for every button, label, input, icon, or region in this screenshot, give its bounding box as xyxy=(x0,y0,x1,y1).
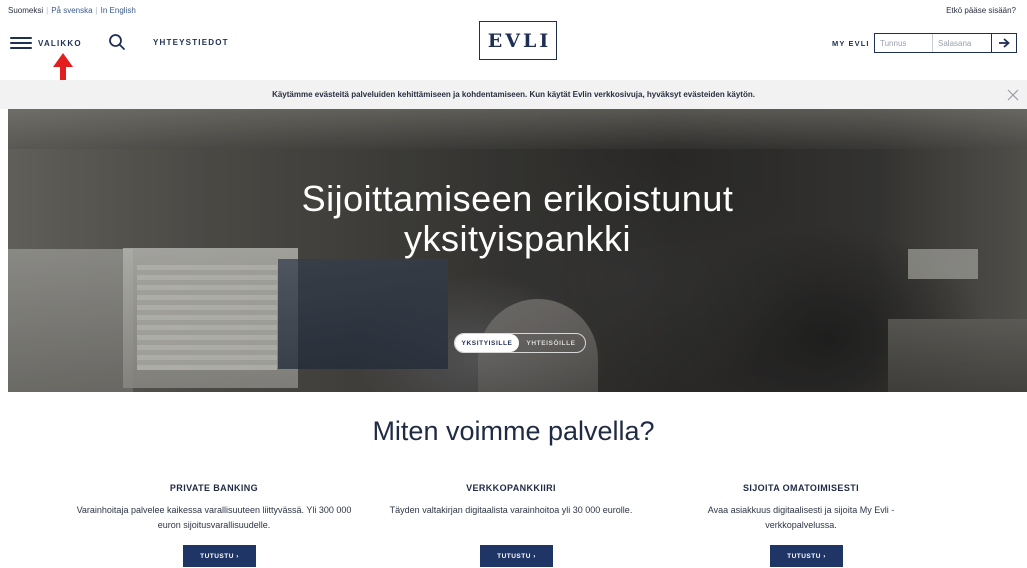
hero-title-line-1: Sijoittamiseen erikoistunut xyxy=(301,178,734,219)
menu-button[interactable]: VALIKKO xyxy=(10,36,82,50)
explore-button[interactable]: TUTUSTU › xyxy=(770,545,843,567)
lang-divider: | xyxy=(46,6,49,15)
menu-label: VALIKKO xyxy=(38,38,82,48)
hamburger-icon xyxy=(10,36,32,50)
audience-toggle: YKSITYISILLE YHTEISÖILLE xyxy=(454,333,586,353)
logo-text: EVLI xyxy=(487,29,552,52)
language-switcher: Suomeksi | På svenska | In English xyxy=(8,6,136,15)
password-input[interactable] xyxy=(933,34,991,52)
service-description: Täyden valtakirjan digitaalista varainho… xyxy=(389,505,633,515)
explore-button[interactable]: TUTUSTU › xyxy=(183,545,256,567)
lang-swedish[interactable]: På svenska xyxy=(51,6,92,15)
lang-finnish[interactable]: Suomeksi xyxy=(8,6,43,15)
arrow-right-icon xyxy=(999,38,1010,48)
username-input[interactable] xyxy=(875,34,933,52)
service-description: Avaa asiakkuus digitaalisesti ja sijoita… xyxy=(707,505,895,530)
service-card-private-banking: PRIVATE BANKING Varainhoitaja palvelee k… xyxy=(69,483,359,567)
lang-english[interactable]: In English xyxy=(101,6,136,15)
hero-banner: Sijoittamiseen erikoistunut yksityispank… xyxy=(8,109,1027,392)
contact-link[interactable]: YHTEYSTIEDOT xyxy=(153,38,229,47)
site-header: Suomeksi | På svenska | In English Etkö … xyxy=(0,0,1027,80)
forgot-login-link[interactable]: Etkö pääse sisään? xyxy=(946,6,1016,15)
evli-logo[interactable]: EVLI xyxy=(479,21,557,60)
cookie-text: Käytämme evästeitä palveluiden kehittämi… xyxy=(272,90,755,99)
service-card-online-banker: VERKKOPANKKIIRI Täyden valtakirjan digit… xyxy=(366,483,656,567)
toggle-corporate[interactable]: YHTEISÖILLE xyxy=(519,334,583,352)
service-heading: PRIVATE BANKING xyxy=(169,483,259,493)
service-heading: VERKKOPANKKIIRI xyxy=(466,483,556,493)
cookie-notice: Käytämme evästeitä palveluiden kehittämi… xyxy=(0,80,1027,109)
service-heading: SIJOITA OMATOIMISESTI xyxy=(742,483,860,493)
login-form xyxy=(874,33,1017,53)
hero-title-line-2: yksityispankki xyxy=(403,218,632,259)
login-submit-button[interactable] xyxy=(991,34,1016,52)
hero-title: Sijoittamiseen erikoistunut yksityispank… xyxy=(8,179,1027,259)
service-description: Varainhoitaja palvelee kaikessa varallis… xyxy=(76,505,352,530)
search-icon[interactable] xyxy=(108,33,126,51)
my-evli-label: MY EVLI xyxy=(832,39,870,48)
explore-button[interactable]: TUTUSTU › xyxy=(480,545,553,567)
service-card-self-invest: SIJOITA OMATOIMISESTI Avaa asiakkuus dig… xyxy=(656,483,946,567)
close-icon[interactable] xyxy=(1007,88,1019,101)
services-heading: Miten voimme palvella? xyxy=(372,416,655,446)
toggle-private[interactable]: YKSITYISILLE xyxy=(455,334,519,352)
lang-divider: | xyxy=(95,6,98,15)
